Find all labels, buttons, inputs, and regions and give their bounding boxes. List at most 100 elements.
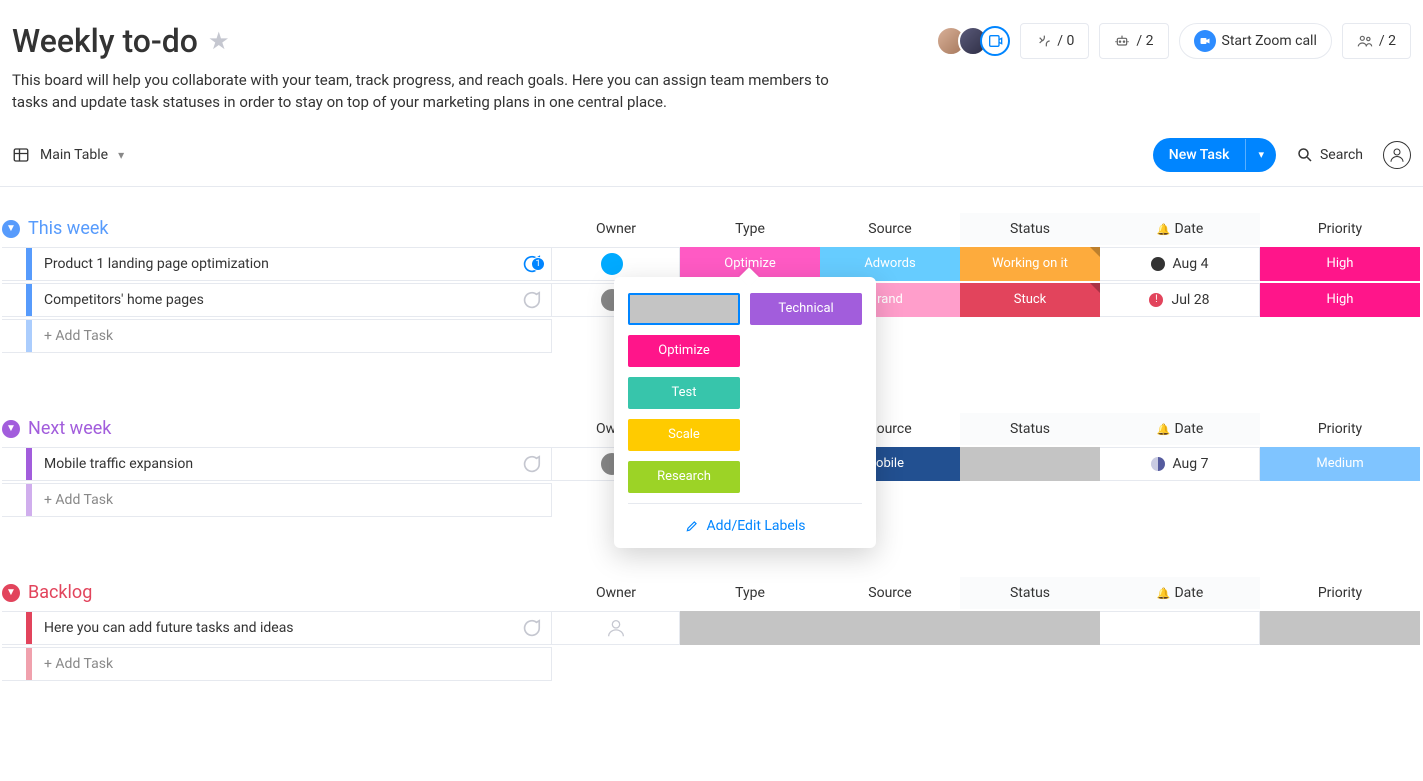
date-status-icon: ! (1149, 293, 1163, 307)
board-members-avatars[interactable] (936, 26, 1010, 56)
task-row[interactable]: Here you can add future tasks and ideas (2, 609, 1421, 645)
label-cell[interactable] (1260, 611, 1420, 645)
integrations-count: / 0 (1057, 33, 1074, 49)
label-option[interactable]: Scale (628, 419, 740, 451)
add-task-button[interactable]: + Add Task (2, 319, 552, 353)
view-switcher[interactable]: Main Table ▾ (12, 146, 124, 164)
robot-icon (1114, 33, 1130, 49)
board-description: This board will help you collaborate wit… (12, 70, 832, 114)
status-cell[interactable] (960, 447, 1100, 481)
integrations-button[interactable]: / 0 (1020, 23, 1089, 59)
profile-icon[interactable] (1383, 141, 1411, 169)
collapse-icon[interactable]: ▼ (2, 420, 20, 438)
column-header-type[interactable]: Type (680, 213, 820, 245)
label-cell[interactable]: Medium (1260, 447, 1420, 481)
column-header-source[interactable]: Source (820, 577, 960, 609)
column-header-status[interactable]: Status (960, 413, 1100, 445)
start-zoom-button[interactable]: Start Zoom call (1179, 23, 1332, 59)
new-task-dropdown[interactable]: ▾ (1245, 139, 1276, 170)
board-members-button[interactable]: / 2 (1342, 23, 1411, 59)
table-icon (12, 146, 30, 164)
column-header-priority[interactable]: Priority (1260, 577, 1420, 609)
owner-cell[interactable] (552, 247, 680, 281)
label-cell[interactable]: High (1260, 283, 1420, 317)
search-icon (1296, 146, 1314, 164)
collapse-icon[interactable]: ▼ (2, 220, 20, 238)
owner-avatar (599, 251, 625, 277)
chat-icon[interactable] (511, 289, 551, 311)
add-edit-labels-button[interactable]: Add/Edit Labels (628, 503, 862, 548)
label-option[interactable]: Test (628, 377, 740, 409)
owner-cell[interactable] (552, 611, 680, 645)
task-name[interactable]: Competitors' home pages (32, 292, 511, 308)
column-header-type[interactable]: Type (680, 577, 820, 609)
label-cell[interactable]: High (1260, 247, 1420, 281)
column-header-date[interactable]: 🔔Date (1100, 577, 1260, 609)
column-header-owner[interactable]: Owner (552, 213, 680, 245)
date-text: Jul 28 (1171, 292, 1209, 308)
bell-icon: 🔔 (1157, 587, 1171, 600)
chat-icon[interactable]: 1 (511, 253, 551, 275)
status-cell[interactable]: Working on it (960, 247, 1100, 281)
board-title: Weekly to-do (12, 22, 198, 60)
date-cell[interactable] (1100, 611, 1260, 645)
date-text: Aug 7 (1173, 456, 1209, 472)
add-task-button[interactable]: + Add Task (2, 647, 552, 681)
add-task-label: + Add Task (32, 328, 125, 344)
chat-count: 1 (531, 257, 545, 271)
label-option[interactable]: Research (628, 461, 740, 493)
label-cell[interactable]: Adwords (820, 247, 960, 281)
search-label: Search (1320, 147, 1363, 163)
column-header-date[interactable]: 🔔Date (1100, 413, 1260, 445)
collapse-icon[interactable]: ▼ (2, 584, 20, 602)
task-name[interactable]: Mobile traffic expansion (32, 456, 511, 472)
date-cell[interactable]: ! Jul 28 (1100, 283, 1260, 317)
date-text: Aug 4 (1173, 256, 1209, 272)
status-cell[interactable] (960, 611, 1100, 645)
label-option[interactable]: Technical (750, 293, 862, 325)
column-header-priority[interactable]: Priority (1260, 213, 1420, 245)
column-header-status[interactable]: Status (960, 577, 1100, 609)
group-title[interactable]: This week (28, 218, 109, 239)
view-name: Main Table (40, 147, 108, 163)
invite-member-icon[interactable] (980, 26, 1010, 56)
chevron-down-icon: ▾ (118, 148, 124, 162)
column-header-owner[interactable]: Owner (552, 577, 680, 609)
new-task-label: New Task (1153, 138, 1246, 172)
people-icon (1357, 33, 1373, 49)
group-title[interactable]: Backlog (28, 582, 92, 603)
task-name[interactable]: Here you can add future tasks and ideas (32, 620, 511, 636)
label-option-blank[interactable] (628, 293, 740, 325)
owner-placeholder-icon (605, 617, 627, 639)
favorite-star-icon[interactable]: ★ (208, 27, 230, 55)
chat-icon[interactable] (511, 617, 551, 639)
bell-icon: 🔔 (1157, 223, 1171, 236)
date-cell[interactable]: Aug 7 (1100, 447, 1260, 481)
status-cell[interactable]: Stuck (960, 283, 1100, 317)
column-header-source[interactable]: Source (820, 213, 960, 245)
group-title[interactable]: Next week (28, 418, 111, 439)
new-task-button[interactable]: New Task ▾ (1153, 138, 1276, 172)
bell-icon: 🔔 (1157, 423, 1171, 436)
board-members-count: / 2 (1379, 33, 1396, 49)
task-name[interactable]: Product 1 landing page optimization (32, 256, 511, 272)
task-row[interactable]: Product 1 landing page optimization1Opti… (2, 245, 1421, 281)
chat-icon[interactable] (511, 453, 551, 475)
label-cell[interactable] (680, 611, 820, 645)
date-cell[interactable]: Aug 4 (1100, 247, 1260, 281)
add-task-button[interactable]: + Add Task (2, 483, 552, 517)
add-edit-labels-label: Add/Edit Labels (707, 518, 806, 534)
column-header-priority[interactable]: Priority (1260, 413, 1420, 445)
automations-button[interactable]: / 2 (1099, 23, 1168, 59)
plug-icon (1035, 33, 1051, 49)
column-header-status[interactable]: Status (960, 213, 1100, 245)
zoom-icon (1194, 30, 1216, 52)
add-task-label: + Add Task (32, 492, 125, 508)
date-status-icon (1151, 257, 1165, 271)
label-option[interactable]: Optimize (628, 335, 740, 367)
automations-count: / 2 (1136, 33, 1153, 49)
label-cell[interactable] (820, 611, 960, 645)
add-task-label: + Add Task (32, 656, 125, 672)
column-header-date[interactable]: 🔔Date (1100, 213, 1260, 245)
search-button[interactable]: Search (1296, 146, 1363, 164)
